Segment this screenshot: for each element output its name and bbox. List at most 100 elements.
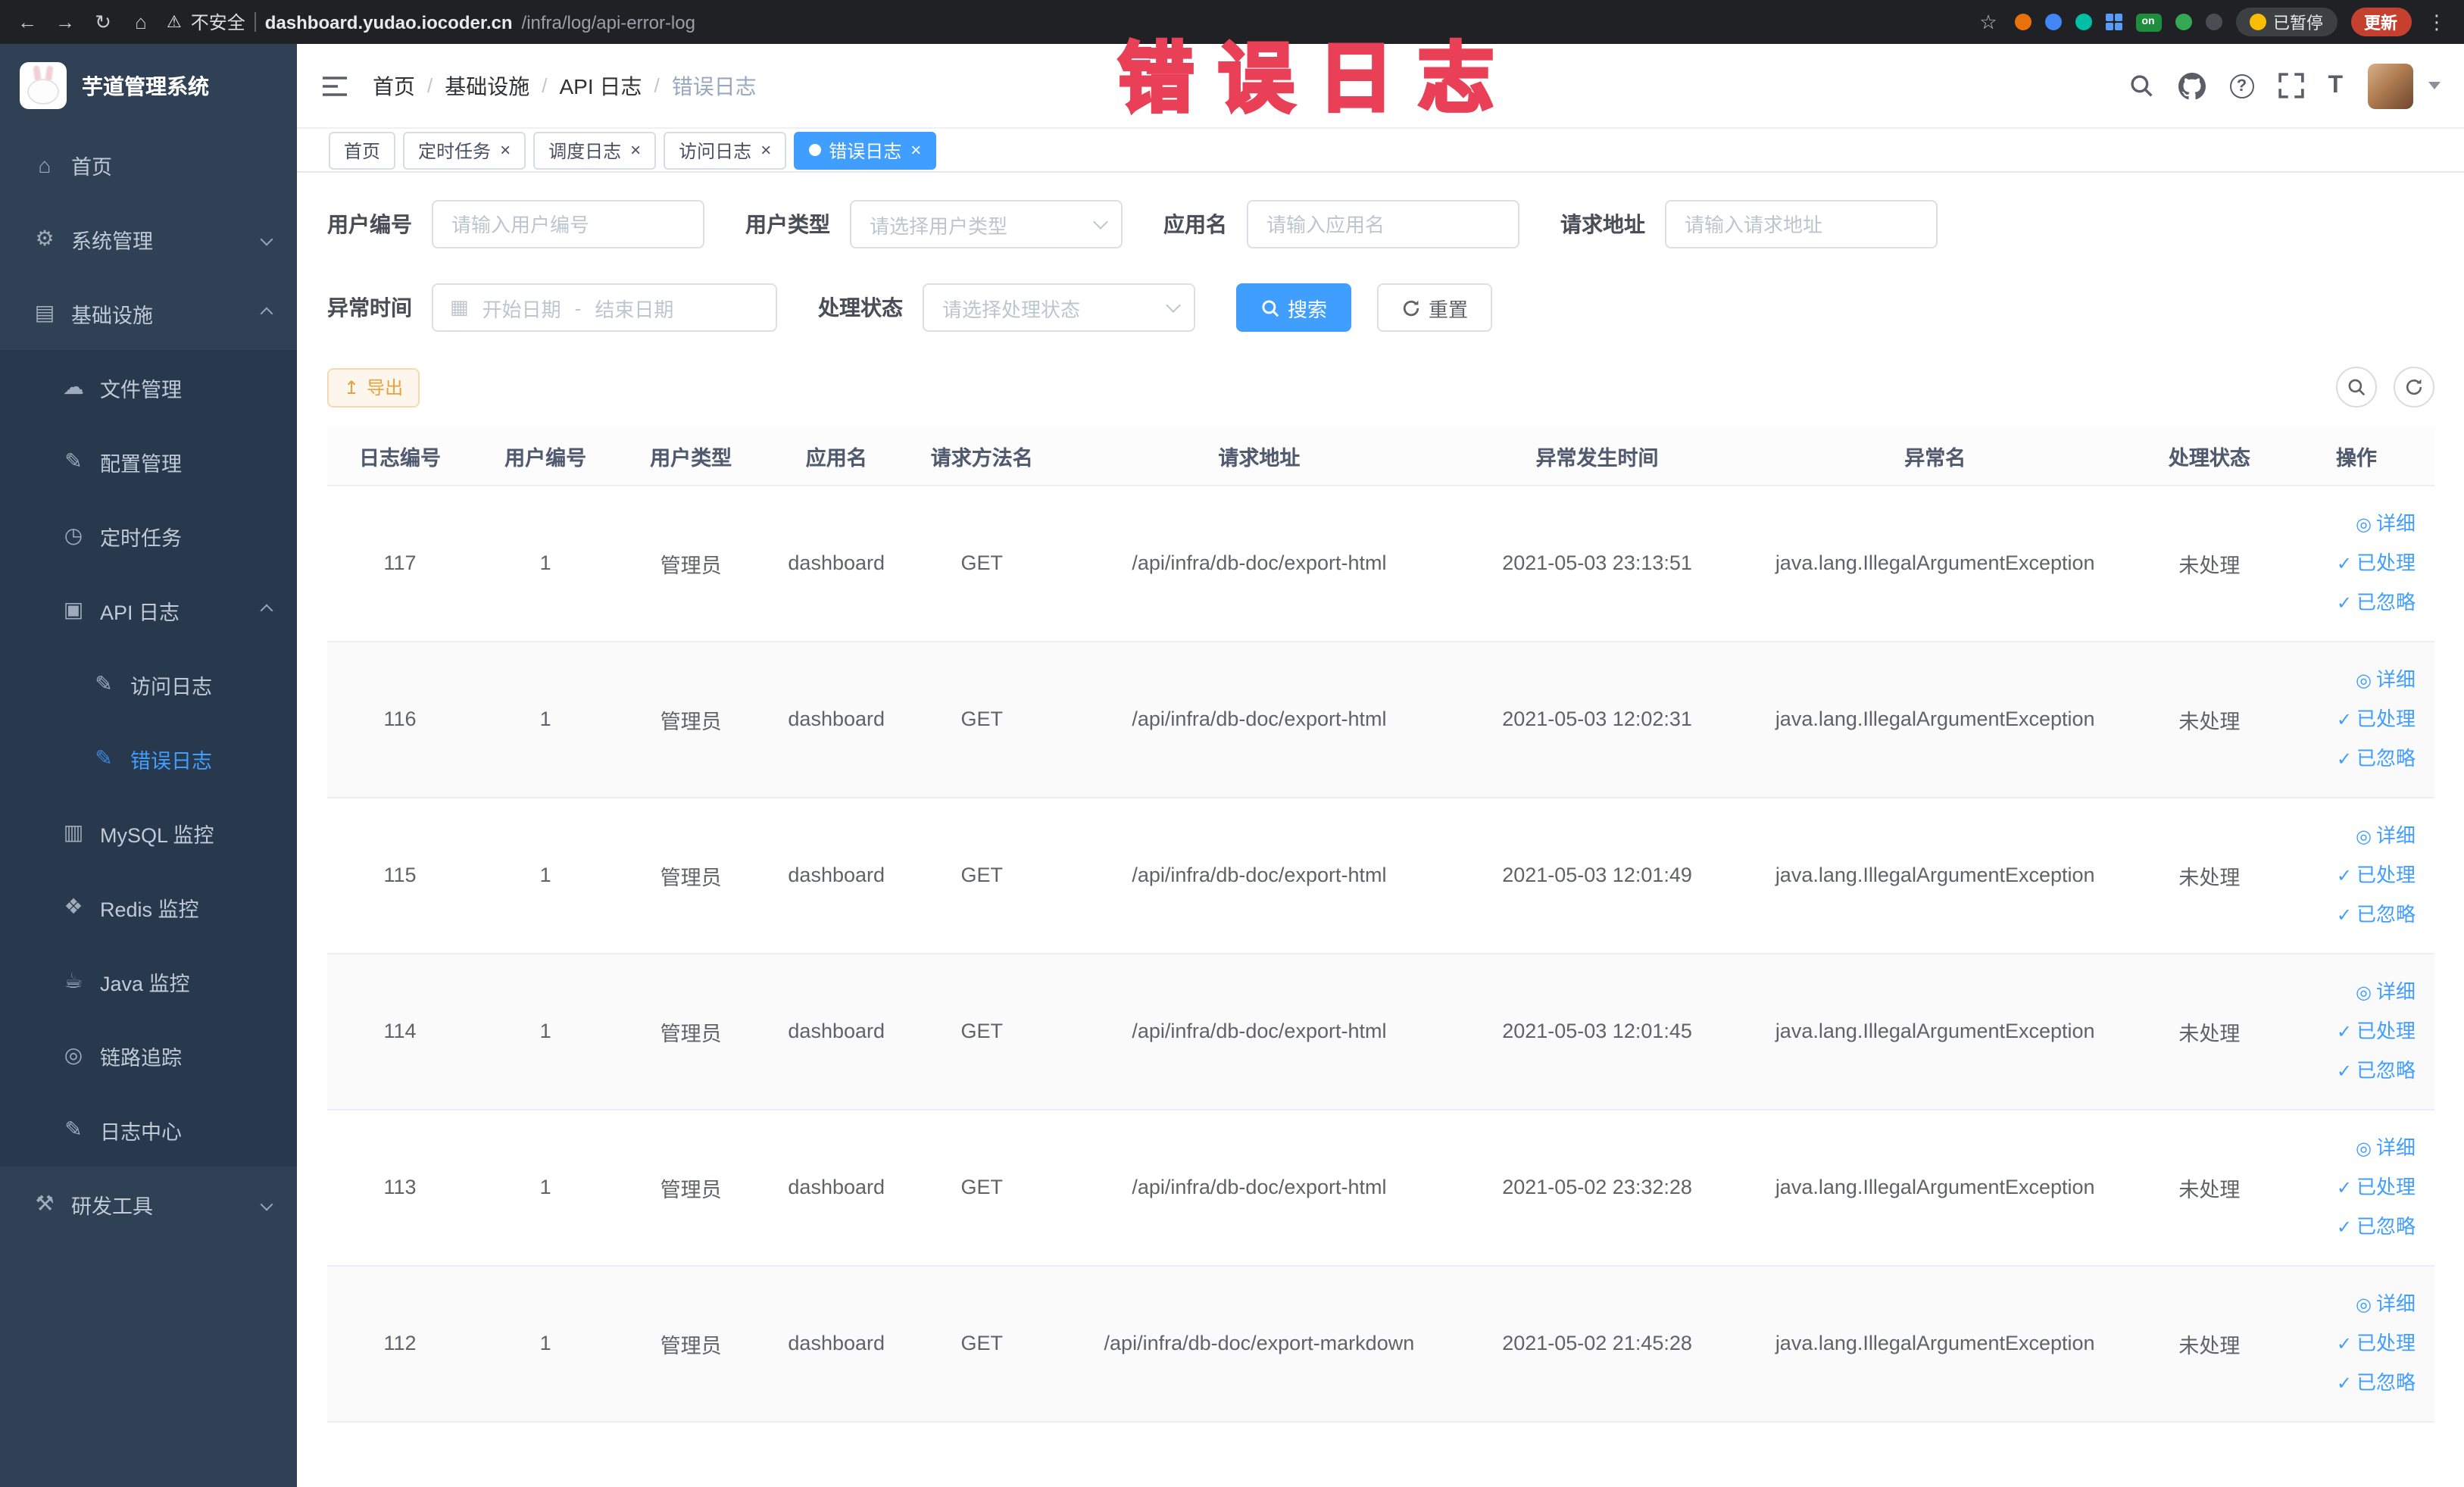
tab-error-log[interactable]: 错误日志 ×	[794, 131, 937, 169]
browser-menu-icon[interactable]: ⋮	[2425, 12, 2449, 32]
extension-on-icon[interactable]: on	[2135, 13, 2161, 31]
sidebar-item-file-management[interactable]: ☁ 文件管理	[0, 350, 297, 424]
cell-request-url: /api/infra/db-doc/export-html	[1054, 641, 1464, 798]
ignored-link[interactable]: ✓ 已忽略	[2285, 739, 2416, 778]
tab-schedule-log[interactable]: 调度日志 ×	[533, 131, 657, 169]
detail-link[interactable]: ◎ 详细	[2285, 504, 2416, 543]
detail-link[interactable]: ◎ 详细	[2285, 816, 2416, 855]
font-size-icon[interactable]: T	[2328, 73, 2343, 98]
app-logo[interactable]: 芋道管理系统	[0, 44, 297, 127]
address-divider	[254, 12, 256, 32]
detail-link[interactable]: ◎ 详细	[2285, 660, 2416, 699]
processed-label: 已处理	[2356, 707, 2416, 729]
processed-link[interactable]: ✓ 已处理	[2285, 855, 2416, 895]
request-url-input[interactable]	[1665, 200, 1938, 248]
sidebar-item-label: Java 监控	[100, 972, 190, 995]
fullscreen-icon[interactable]	[2278, 73, 2304, 98]
breadcrumb-home[interactable]: 首页	[373, 70, 415, 101]
extension-grid-icon[interactable]	[2105, 14, 2113, 21]
sidebar-item-trace[interactable]: ◎ 链路追踪	[0, 1018, 297, 1092]
close-icon[interactable]: ×	[910, 141, 921, 159]
processed-link[interactable]: ✓ 已处理	[2285, 1011, 2416, 1051]
breadcrumb-api-log[interactable]: API 日志	[560, 70, 642, 101]
search-icon[interactable]	[2128, 73, 2153, 98]
ignored-link[interactable]: ✓ 已忽略	[2285, 1207, 2416, 1246]
detail-link[interactable]: ◎ 详细	[2285, 972, 2416, 1011]
reset-button[interactable]: 重置	[1377, 283, 1493, 332]
sidebar-item-infrastructure[interactable]: ▤ 基础设施	[0, 276, 297, 350]
tab-home[interactable]: 首页	[329, 131, 396, 169]
help-icon[interactable]: ?	[2229, 73, 2254, 98]
breadcrumb-infrastructure[interactable]: 基础设施	[445, 70, 529, 101]
cell-method: GET	[909, 797, 1055, 954]
extension-icon-1[interactable]	[2014, 14, 2031, 30]
sidebar-item-system-management[interactable]: ⚙ 系统管理	[0, 201, 297, 276]
cell-exception-name: java.lang.IllegalArgumentException	[1730, 641, 2140, 798]
close-icon[interactable]: ×	[760, 141, 771, 159]
processed-link[interactable]: ✓ 已处理	[2285, 543, 2416, 583]
close-icon[interactable]: ×	[500, 141, 511, 159]
hamburger-icon[interactable]	[321, 75, 348, 96]
extension-icon-5[interactable]	[2205, 14, 2222, 30]
process-status-select[interactable]: 请选择处理状态	[923, 283, 1195, 332]
extension-icon-4[interactable]	[2175, 14, 2191, 30]
paused-badge[interactable]: 已暂停	[2235, 8, 2337, 36]
tab-access-log[interactable]: 访问日志 ×	[664, 131, 787, 169]
exception-time-range-picker[interactable]: ▦ 开始日期 - 结束日期	[432, 283, 777, 332]
tab-scheduled-task[interactable]: 定时任务 ×	[403, 131, 526, 169]
sidebar-item-log-center[interactable]: ✎ 日志中心	[0, 1092, 297, 1167]
refresh-table-button[interactable]	[2393, 367, 2434, 408]
sidebar-item-home[interactable]: ⌂ 首页	[0, 127, 297, 201]
cell-method: GET	[909, 485, 1055, 642]
rabbit-face-icon	[27, 79, 59, 105]
search-icon	[1260, 298, 1280, 317]
sidebar-item-error-log[interactable]: ✎ 错误日志	[0, 721, 297, 795]
forward-icon[interactable]: →	[53, 12, 77, 32]
ignored-link[interactable]: ✓ 已忽略	[2285, 1363, 2416, 1402]
sidebar-item-java-monitor[interactable]: ☕ Java 监控	[0, 944, 297, 1018]
user-id-input[interactable]	[432, 200, 704, 248]
ignored-link[interactable]: ✓ 已忽略	[2285, 895, 2416, 934]
caret-down-icon[interactable]	[2428, 82, 2440, 89]
sidebar-item-redis-monitor[interactable]: ❖ Redis 监控	[0, 870, 297, 944]
sidebar-item-api-log[interactable]: ▣ API 日志	[0, 573, 297, 647]
check-icon: ✓	[2336, 708, 2352, 729]
close-icon[interactable]: ×	[630, 141, 641, 159]
processed-link[interactable]: ✓ 已处理	[2285, 1323, 2416, 1363]
extension-icon-3[interactable]	[2075, 14, 2091, 30]
chevron-down-icon	[1166, 297, 1181, 312]
address-bar[interactable]: ⚠ 不安全 dashboard.yudao.iocoder.cn/infra/l…	[167, 9, 1963, 35]
sidebar-item-scheduled-tasks[interactable]: ◷ 定时任务	[0, 498, 297, 573]
sidebar-item-access-log[interactable]: ✎ 访问日志	[0, 647, 297, 721]
check-icon: ✓	[2336, 1332, 2352, 1354]
security-label[interactable]: 不安全	[191, 9, 245, 35]
ignored-label: 已忽略	[2356, 1058, 2416, 1081]
app-name-input[interactable]	[1247, 200, 1519, 248]
extension-icon-2[interactable]	[2044, 14, 2061, 30]
sidebar-item-dev-tools[interactable]: ⚒ 研发工具	[0, 1167, 297, 1241]
toggle-search-button[interactable]	[2335, 367, 2376, 408]
ignored-link[interactable]: ✓ 已忽略	[2285, 1051, 2416, 1090]
detail-link[interactable]: ◎ 详细	[2285, 1284, 2416, 1323]
filter-app-name: 应用名	[1163, 200, 1519, 248]
ignored-link[interactable]: ✓ 已忽略	[2285, 583, 2416, 622]
home-icon[interactable]: ⌂	[129, 12, 153, 32]
update-button[interactable]: 更新	[2350, 8, 2411, 36]
back-icon[interactable]: ←	[15, 12, 39, 32]
cell-exception-time: 2021-05-02 23:32:28	[1463, 1109, 1731, 1266]
cell-user-type: 管理员	[618, 485, 764, 642]
github-icon[interactable]	[2178, 72, 2206, 99]
user-avatar[interactable]	[2367, 63, 2412, 108]
processed-link[interactable]: ✓ 已处理	[2285, 699, 2416, 739]
sidebar-item-config-management[interactable]: ✎ 配置管理	[0, 424, 297, 498]
check-icon: ✓	[2336, 1372, 2352, 1393]
detail-link[interactable]: ◎ 详细	[2285, 1128, 2416, 1167]
user-type-select[interactable]: 请选择用户类型	[850, 200, 1123, 248]
export-button[interactable]: ↥ 导出	[327, 367, 420, 407]
reload-icon[interactable]: ↻	[91, 12, 115, 32]
processed-link[interactable]: ✓ 已处理	[2285, 1167, 2416, 1207]
search-button[interactable]: 搜索	[1236, 283, 1352, 332]
sidebar-item-mysql-monitor[interactable]: ▥ MySQL 监控	[0, 795, 297, 870]
refresh-icon	[1401, 298, 1421, 317]
bookmark-star-icon[interactable]: ☆	[1976, 12, 2000, 32]
